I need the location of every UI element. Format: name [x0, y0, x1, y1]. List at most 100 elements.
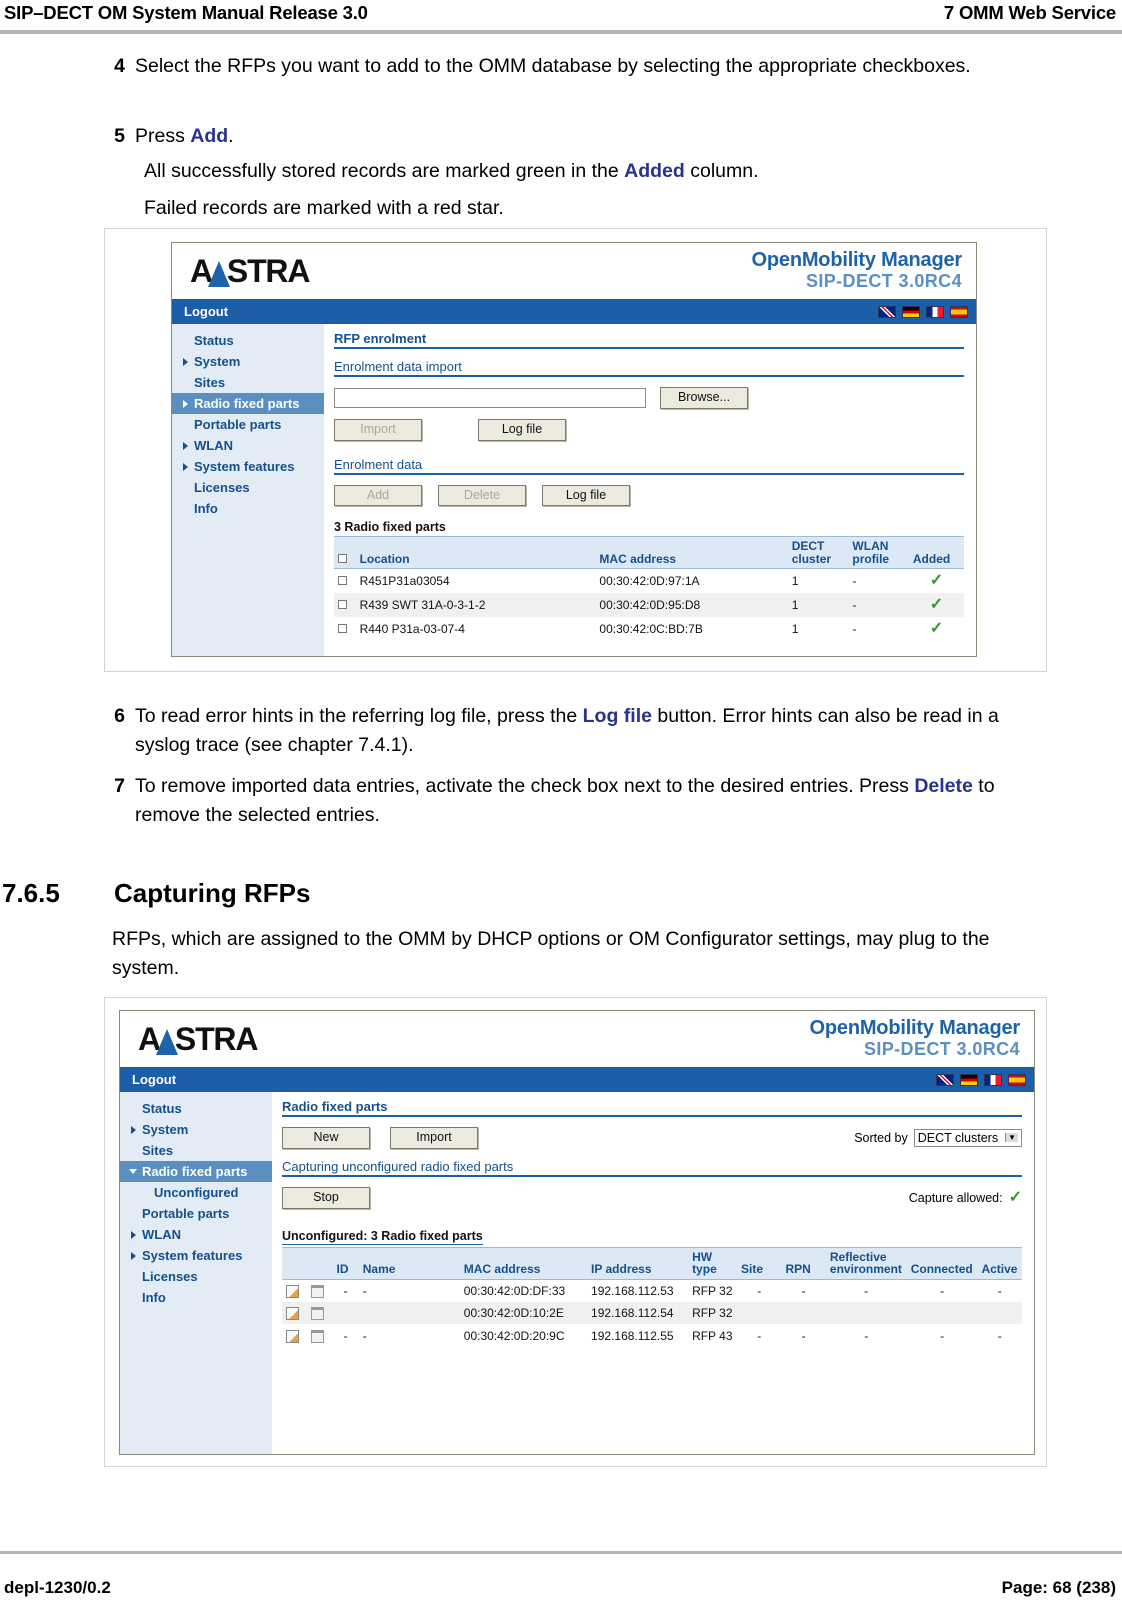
stop-button[interactable]: Stop	[282, 1186, 370, 1209]
check-green-icon: ✓	[929, 620, 944, 638]
import-button[interactable]: Import	[390, 1127, 478, 1149]
edit-pencil-icon[interactable]	[286, 1285, 299, 1299]
step-4: 4 Select the RFPs you want to add to the…	[104, 52, 1004, 81]
france-flag-icon[interactable]	[984, 1073, 1002, 1086]
cell-mac-address: 00:30:42:0D:DF:33	[463, 1283, 566, 1298]
cell-added: ✓	[909, 617, 964, 641]
step-7-text: To remove imported data entries, activat…	[135, 772, 1048, 830]
sidebar-item-licenses[interactable]: Licenses	[120, 1266, 272, 1287]
cell-dect-cluster: 1	[787, 593, 849, 618]
select-all-checkbox[interactable]	[338, 553, 347, 563]
sidebar-item-licenses[interactable]: Licenses	[172, 477, 324, 498]
sidebar-item-label: Licenses	[142, 1269, 198, 1284]
table-row[interactable]: 00:30:42:0D:10:2E 192.168.112.54 RFP 32	[282, 1302, 1022, 1325]
delete-trash-icon[interactable]	[311, 1329, 325, 1343]
capture-allowed-label: Capture allowed:	[908, 1190, 1003, 1205]
omm-title-line-2: SIP-DECT 3.0RC4	[805, 271, 962, 292]
sidebar-item-unconfigured[interactable]: Unconfigured	[120, 1182, 272, 1203]
browse-button[interactable]: Browse...	[660, 387, 748, 409]
omm-main-1: RFP enrolment Enrolment data import Brow…	[324, 324, 976, 656]
germany-flag-icon[interactable]	[902, 305, 920, 318]
enrolment-actions-row: Add Delete Log file	[334, 484, 964, 507]
table-row[interactable]: R439 SWT 31A-0-3-1-2 00:30:42:0D:95:D8 1…	[334, 593, 964, 618]
omm-logout-bar-2: Logout	[120, 1067, 1034, 1092]
sidebar-item-sites[interactable]: Sites	[172, 372, 324, 393]
sidebar-item-portable-parts[interactable]: Portable parts	[172, 414, 324, 435]
france-flag-icon[interactable]	[926, 305, 944, 318]
spain-flag-icon[interactable]	[950, 305, 968, 318]
logout-link-1[interactable]: Logout	[184, 304, 228, 319]
germany-flag-icon[interactable]	[960, 1073, 978, 1086]
new-button[interactable]: New	[282, 1127, 370, 1149]
sidebar-item-system-features[interactable]: System features	[172, 456, 324, 477]
sorted-by-label: Sorted by	[854, 1130, 908, 1145]
logout-link-2[interactable]: Logout	[132, 1072, 176, 1087]
sorted-by-select[interactable]: DECT clusters ▼	[913, 1128, 1022, 1147]
edit-pencil-icon[interactable]	[286, 1329, 299, 1343]
group-title-enrolment-data: Enrolment data	[334, 457, 964, 475]
step-5-sub-1-post: column.	[684, 160, 759, 182]
log-file-button-import[interactable]: Log file	[478, 418, 566, 441]
cell-hw-type: RFP 43	[692, 1328, 733, 1343]
sidebar-item-status[interactable]: Status	[120, 1098, 272, 1119]
import-button[interactable]: Import	[334, 418, 422, 441]
sidebar-item-radio-fixed-parts[interactable]: Radio fixed parts	[120, 1161, 272, 1182]
uk-flag-icon[interactable]	[936, 1073, 954, 1086]
row-checkbox[interactable]	[338, 600, 347, 610]
cell-mac-address: 00:30:42:0D:20:9C	[463, 1328, 565, 1343]
sidebar-item-system[interactable]: System	[172, 351, 324, 372]
cell-site	[737, 1302, 782, 1325]
cell-ip-address: 192.168.112.53	[591, 1283, 674, 1298]
sidebar-item-portable-parts[interactable]: Portable parts	[120, 1203, 272, 1224]
edit-pencil-icon[interactable]	[286, 1307, 299, 1321]
add-button[interactable]: Add	[334, 484, 422, 507]
table-row[interactable]: R451P31a03054 00:30:42:0D:97:1A 1 - ✓	[334, 569, 964, 594]
step-7: 7 To remove imported data entries, activ…	[104, 772, 1048, 830]
delete-trash-icon[interactable]	[311, 1307, 325, 1321]
footer-divider	[0, 1551, 1122, 1554]
sidebar-item-system[interactable]: System	[120, 1119, 272, 1140]
sidebar-item-wlan[interactable]: WLAN	[172, 435, 324, 456]
delete-trash-icon[interactable]	[311, 1285, 325, 1299]
check-green-icon: ✓	[929, 572, 944, 590]
sidebar-item-sites[interactable]: Sites	[120, 1140, 272, 1161]
table-row[interactable]: R440 P31a-03-07-4 00:30:42:0C:BD:7B 1 - …	[334, 617, 964, 641]
omm-window-1: A STRA OpenMobility Manager SIP-DECT 3.0R…	[171, 242, 977, 657]
cell-delete	[307, 1324, 332, 1346]
unconfigured-rfp-table: ID Name MAC address IP address HW type Si…	[282, 1246, 1022, 1347]
log-file-button-enrolment[interactable]: Log file	[542, 484, 630, 507]
sidebar-item-label: Radio fixed parts	[194, 396, 300, 411]
row-checkbox[interactable]	[338, 576, 347, 586]
sidebar-item-info[interactable]: Info	[120, 1287, 272, 1308]
table-row[interactable]: - - 00:30:42:0D:20:9C 192.168.112.55 RFP…	[282, 1324, 1022, 1346]
spain-flag-icon[interactable]	[1008, 1073, 1026, 1086]
chevron-right-icon	[183, 358, 188, 366]
sidebar-item-info[interactable]: Info	[172, 498, 324, 519]
delete-button[interactable]: Delete	[438, 484, 526, 507]
table-row[interactable]: - - 00:30:42:0D:DF:33 192.168.112.53 RFP…	[282, 1279, 1022, 1302]
sidebar-item-label: System	[194, 354, 241, 369]
sorted-by-value: DECT clusters	[917, 1130, 999, 1145]
sidebar-item-system-features[interactable]: System features	[120, 1245, 272, 1266]
cell-delete	[307, 1279, 332, 1302]
enrolment-file-input[interactable]	[334, 387, 646, 408]
aastra-logo-2: A STRA	[138, 1021, 258, 1058]
step-5-sub-1-pre: All successfully stored records are mark…	[144, 160, 625, 182]
uk-flag-icon[interactable]	[878, 305, 896, 318]
omm-product-title-2: OpenMobility Manager SIP-DECT 3.0RC4	[810, 1018, 1021, 1059]
step-5-number: 5	[114, 125, 125, 147]
sidebar-item-radio-fixed-parts[interactable]: Radio fixed parts	[172, 393, 324, 414]
cell-connected: -	[940, 1328, 945, 1343]
sidebar-item-status[interactable]: Status	[172, 330, 324, 351]
col-reflective-environment: Reflective environment	[825, 1246, 907, 1280]
cell-hw-type: RFP 32	[688, 1302, 738, 1325]
step-7-number: 7	[114, 775, 125, 797]
cell-location: R440 P31a-03-07-4	[359, 622, 465, 637]
cell-mac-address: 00:30:42:0C:BD:7B	[599, 622, 703, 637]
row-checkbox[interactable]	[338, 624, 347, 634]
import-actions-row: Import Log file	[334, 418, 964, 441]
page-title-rfp-enrolment: RFP enrolment	[334, 331, 964, 349]
sidebar-item-wlan[interactable]: WLAN	[120, 1224, 272, 1245]
step-4-text: Select the RFPs you want to add to the O…	[135, 55, 971, 77]
omm-product-title-1: OpenMobility Manager SIP-DECT 3.0RC4	[752, 250, 963, 292]
